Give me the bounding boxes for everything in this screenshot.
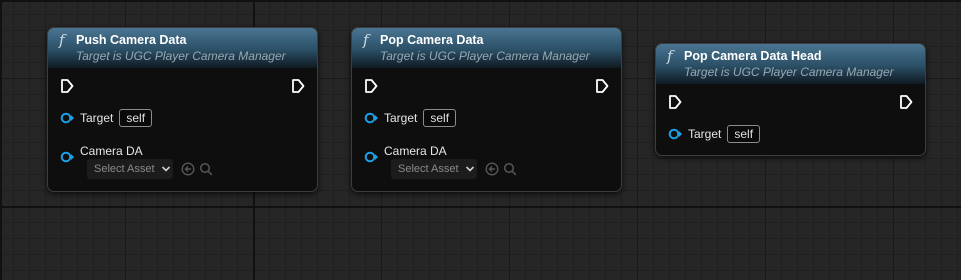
pop-camera-data-node[interactable]: f Pop Camera Data Target is UGC Player C… [351, 27, 622, 192]
node-header[interactable]: f Pop Camera Data Target is UGC Player C… [352, 28, 621, 68]
select-asset-dropdown[interactable]: Select Asset [87, 159, 173, 179]
search-icon[interactable] [503, 162, 517, 181]
exec-out-pin-icon[interactable] [899, 94, 913, 110]
object-pin-icon[interactable] [364, 112, 379, 124]
browse-to-asset-icon[interactable] [485, 162, 499, 181]
browse-to-asset-icon[interactable] [181, 162, 195, 181]
camera-da-label: Camera DA [80, 144, 143, 158]
camera-da-label: Camera DA [384, 144, 447, 158]
select-asset-label: Select Asset [94, 163, 155, 175]
target-self-field[interactable]: self [423, 109, 457, 127]
target-self-field[interactable]: self [727, 125, 761, 143]
object-pin-icon[interactable] [364, 151, 379, 163]
node-header[interactable]: f Push Camera Data Target is UGC Player … [48, 28, 317, 68]
chevron-down-icon [465, 160, 475, 178]
pop-camera-data-head-node[interactable]: f Pop Camera Data Head Target is UGC Pla… [655, 43, 926, 156]
target-label: Target [384, 111, 418, 125]
object-pin-icon[interactable] [668, 128, 683, 140]
camera-da-pin-row: Camera DA Select Asset [60, 144, 310, 182]
push-camera-data-node[interactable]: f Push Camera Data Target is UGC Player … [47, 27, 318, 192]
target-label: Target [80, 111, 114, 125]
function-icon: f [363, 31, 369, 49]
function-icon: f [667, 47, 673, 65]
select-asset-label: Select Asset [398, 163, 459, 175]
target-label: Target [688, 127, 722, 141]
node-subtitle: Target is UGC Player Camera Manager [380, 49, 590, 63]
exec-in-pin-icon[interactable] [364, 78, 378, 94]
node-subtitle: Target is UGC Player Camera Manager [684, 65, 894, 79]
object-pin-icon[interactable] [60, 151, 75, 163]
target-pin-row: Target self [668, 124, 761, 144]
node-title: Push Camera Data [76, 33, 187, 47]
node-title: Pop Camera Data Head [684, 49, 822, 63]
target-self-field[interactable]: self [119, 109, 153, 127]
object-pin-icon[interactable] [60, 112, 75, 124]
exec-in-pin-icon[interactable] [60, 78, 74, 94]
node-subtitle: Target is UGC Player Camera Manager [76, 49, 286, 63]
search-icon[interactable] [199, 162, 213, 181]
camera-da-pin-row: Camera DA Select Asset [364, 144, 614, 182]
chevron-down-icon [161, 160, 171, 178]
exec-out-pin-icon[interactable] [595, 78, 609, 94]
node-header[interactable]: f Pop Camera Data Head Target is UGC Pla… [656, 44, 925, 84]
node-title: Pop Camera Data [380, 33, 484, 47]
target-pin-row: Target self [60, 108, 153, 128]
exec-in-pin-icon[interactable] [668, 94, 682, 110]
select-asset-dropdown[interactable]: Select Asset [391, 159, 477, 179]
function-icon: f [59, 31, 65, 49]
exec-out-pin-icon[interactable] [291, 78, 305, 94]
target-pin-row: Target self [364, 108, 457, 128]
